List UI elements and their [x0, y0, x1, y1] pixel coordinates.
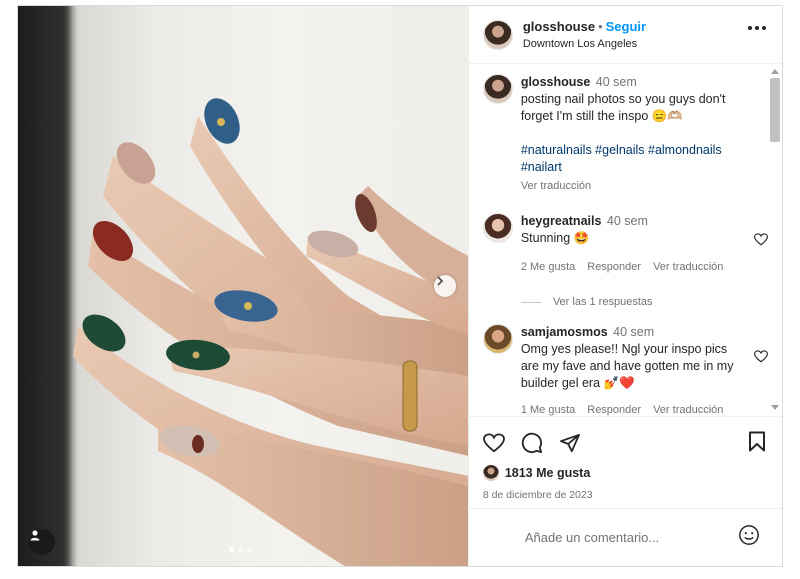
reply-button[interactable]: Responder [587, 259, 641, 276]
caption: glosshouse 40 sem posting nail photos so… [482, 74, 754, 195]
reply-button[interactable]: Responder [587, 402, 641, 416]
smiley-icon [739, 525, 759, 545]
comments-list[interactable]: glosshouse 40 sem posting nail photos so… [469, 64, 782, 416]
chevron-right-icon [437, 276, 444, 286]
more-horizontal-icon [755, 26, 759, 30]
avatar[interactable] [482, 324, 513, 354]
comment-username[interactable]: samjamosmos [521, 325, 608, 339]
comment-button[interactable] [521, 432, 543, 454]
avatar [482, 465, 499, 481]
post-media[interactable] [18, 6, 468, 566]
bookmark-icon [749, 431, 765, 452]
likes-count[interactable]: 1813 Me gusta [505, 466, 590, 480]
comment-meta: 2 Me gusta Responder Ver traducción [521, 259, 743, 276]
carousel-dot [238, 547, 243, 552]
avatar[interactable] [482, 19, 513, 50]
comment-body: samjamosmos 40 sem Omg yes please!! Ngl … [521, 324, 743, 416]
comment-item: heygreatnails 40 sem Stunning 🤩 2 Me gus… [482, 213, 768, 276]
next-image-button[interactable] [434, 275, 456, 297]
hands-photo [73, 98, 468, 566]
comment-likes[interactable]: 1 Me gusta [521, 402, 575, 416]
carousel-dot [247, 547, 252, 552]
save-button[interactable] [748, 431, 766, 457]
share-icon [559, 433, 580, 453]
like-button[interactable] [482, 433, 505, 453]
comment-body: heygreatnails 40 sem Stunning 🤩 2 Me gus… [521, 213, 743, 276]
author-username[interactable]: glosshouse [523, 19, 595, 34]
comments-scrollbar[interactable] [768, 66, 780, 412]
translate-link[interactable]: Ver traducción [653, 259, 723, 276]
likes-summary[interactable]: 1813 Me gusta [482, 465, 768, 481]
scroll-thumb[interactable] [770, 78, 780, 142]
avatar[interactable] [482, 213, 513, 243]
post-date: 8 de diciembre de 2023 [482, 489, 593, 501]
action-buttons [482, 431, 768, 455]
scroll-down-arrow[interactable] [771, 405, 779, 410]
translate-link[interactable]: Ver traducción [653, 402, 723, 416]
heart-icon[interactable] [754, 350, 768, 363]
comment-icon [521, 432, 542, 454]
comment-time: 40 sem [606, 214, 648, 228]
carousel-indicator [229, 547, 252, 552]
view-replies-button[interactable]: Ver las 1 respuestas [520, 296, 754, 308]
post-actions: 1813 Me gusta 8 de diciembre de 2023 [468, 416, 782, 501]
follow-button[interactable]: Seguir [606, 19, 646, 34]
user-tag-icon [30, 530, 40, 541]
caption-text: posting nail photos so you guys don't fo… [520, 92, 726, 123]
add-comment-bar [468, 508, 782, 566]
location-link[interactable]: Downtown Los Angeles [523, 38, 646, 50]
header-line: glosshouse • Seguir [523, 19, 646, 35]
separator: • [598, 19, 603, 34]
comment-input[interactable] [524, 530, 738, 545]
more-options-button[interactable] [748, 26, 766, 30]
replies-divider [520, 301, 541, 303]
more-horizontal-icon [748, 26, 752, 30]
header-text: glosshouse • Seguir Downtown Los Angeles [523, 19, 646, 50]
comment-item: samjamosmos 40 sem Omg yes please!! Ngl … [482, 324, 768, 416]
comment-header: heygreatnails 40 sem [521, 213, 743, 230]
heart-icon[interactable] [754, 233, 768, 246]
comment-text: Stunning 🤩 [520, 231, 590, 245]
comment-meta: 1 Me gusta Responder Ver traducción [521, 402, 743, 416]
post-side-panel: glosshouse • Seguir Downtown Los Angeles g… [467, 6, 782, 566]
share-button[interactable] [559, 433, 581, 453]
caption-time: 40 sem [595, 75, 637, 89]
post-dialog: glosshouse • Seguir Downtown Los Angeles g… [17, 5, 783, 567]
tagged-users-button[interactable] [29, 529, 55, 555]
caption-body: glosshouse 40 sem posting nail photos so… [521, 74, 743, 195]
heart-icon [482, 433, 505, 453]
caption-header: glosshouse 40 sem [521, 74, 743, 91]
avatar[interactable] [482, 74, 513, 104]
comment-likes[interactable]: 2 Me gusta [521, 259, 575, 276]
carousel-dot [229, 547, 234, 552]
caption-username[interactable]: glosshouse [521, 75, 590, 89]
comment-username[interactable]: heygreatnails [521, 214, 602, 228]
comment-header: samjamosmos 40 sem [521, 324, 743, 341]
comment-text: Omg yes please!! Ngl your inspo pics are… [520, 342, 734, 390]
caption-hashtags[interactable]: #naturalnails #gelnails #almondnails #na… [521, 142, 743, 176]
emoji-button[interactable] [738, 524, 760, 551]
post-header: glosshouse • Seguir Downtown Los Angeles [468, 6, 782, 64]
more-horizontal-icon [762, 26, 766, 30]
scroll-up-arrow[interactable] [771, 69, 779, 74]
view-replies-label: Ver las 1 respuestas [552, 296, 653, 308]
translate-link[interactable]: Ver traducción [521, 178, 743, 195]
comment-time: 40 sem [613, 325, 655, 339]
